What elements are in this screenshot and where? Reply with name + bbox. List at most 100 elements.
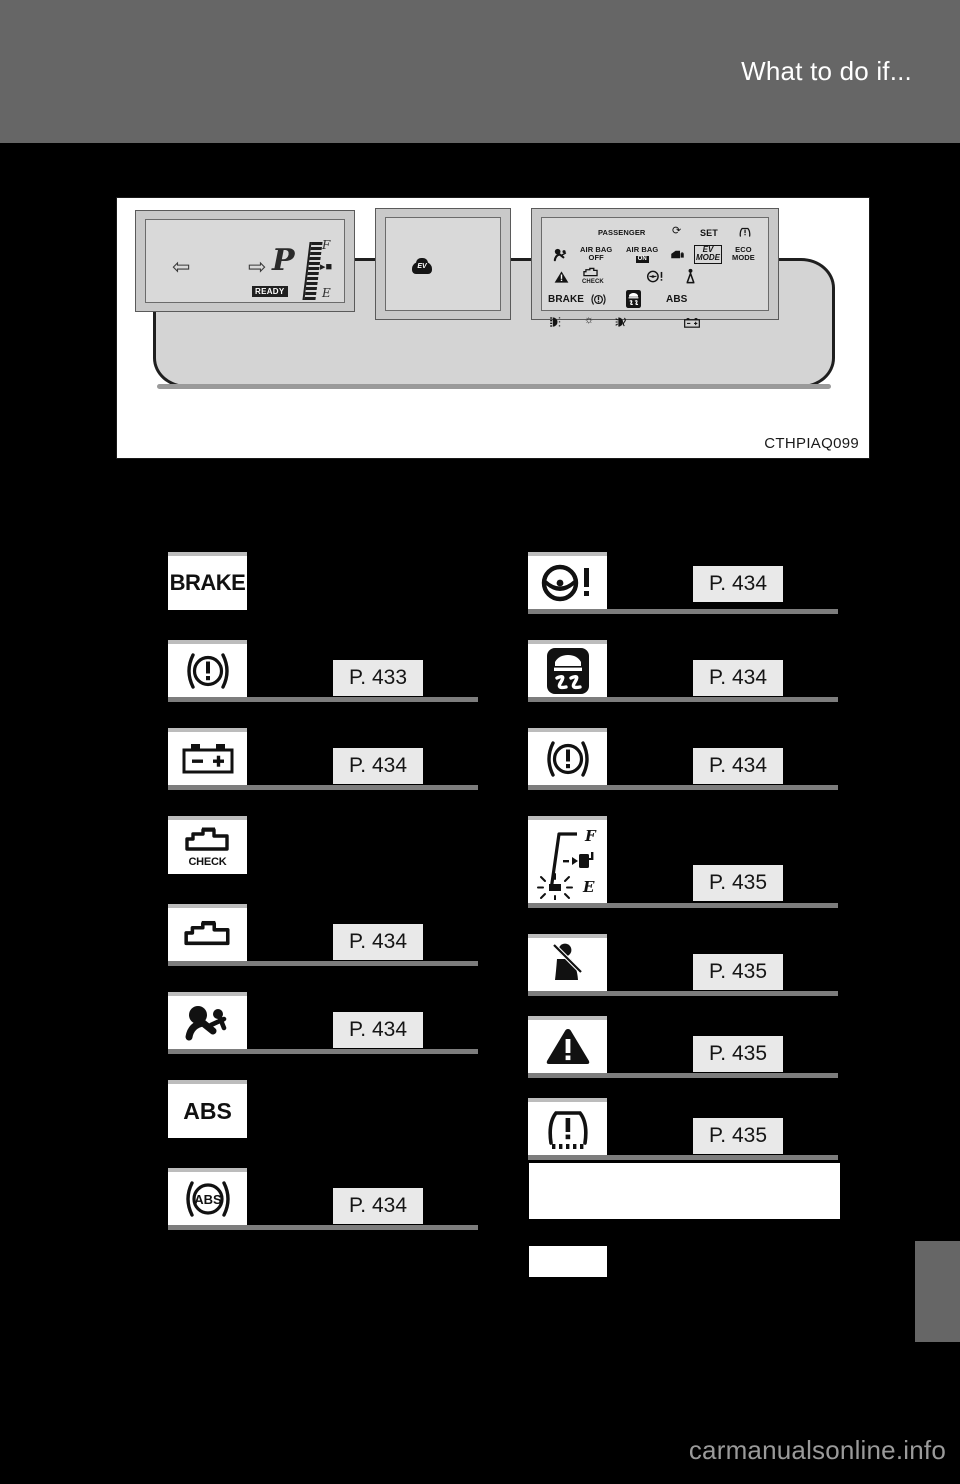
icon-box-battery[interactable]	[168, 728, 247, 786]
icon-box-abs-text[interactable]: ABS	[168, 1080, 247, 1138]
fuel-full-label: F	[322, 238, 331, 252]
icon-box-tire-pressure[interactable]	[528, 1098, 607, 1156]
ev-car-badge-icon: EV	[412, 258, 432, 274]
row-rule	[528, 697, 838, 702]
headlight-icon	[550, 316, 569, 328]
icon-box-low-fuel-gauge[interactable]: F E	[528, 816, 607, 904]
page-reference[interactable]: P. 435	[693, 1036, 784, 1072]
blank-note-box-large	[529, 1163, 840, 1219]
icon-box-brake-text[interactable]: BRAKE	[168, 552, 247, 610]
site-watermark: carmanualsonline.info	[688, 1435, 946, 1465]
page-reference[interactable]: P. 434	[693, 566, 784, 602]
warning-row: P. 434	[528, 640, 848, 728]
fog-light-icon	[614, 316, 632, 328]
page-reference[interactable]: P. 434	[333, 1188, 424, 1224]
page-reference[interactable]: P. 435	[693, 954, 784, 990]
warning-row: P. 434	[168, 992, 488, 1080]
warning-row: P. 434	[528, 552, 848, 640]
svg-text:F: F	[584, 827, 597, 845]
tire-pressure-indicator-icon	[738, 225, 752, 239]
section-edge-tab	[915, 1241, 960, 1342]
low-fuel-gauge-icon: F E	[528, 820, 607, 904]
vsc-skid-icon	[528, 644, 607, 698]
rear-seat-belt-icon	[684, 268, 697, 284]
icon-box-airbag-srs[interactable]	[168, 992, 247, 1050]
svg-text:E: E	[582, 878, 595, 896]
page-reference[interactable]: P. 433	[333, 660, 424, 696]
indicator-light-panel: PASSENGER ⟳ SET AIR BAG OFF AIR BAG ON E…	[531, 208, 779, 328]
page-title: What to do if...	[741, 56, 912, 86]
master-warning-triangle-icon	[554, 270, 569, 284]
warning-row: P. 433	[168, 640, 488, 728]
engine-check-icon: CHECK	[168, 820, 247, 874]
arrow-left-icon: ⇦	[172, 254, 191, 279]
row-rule	[528, 903, 838, 908]
battery-indicator-icon	[684, 317, 700, 328]
page-reference[interactable]: P. 434	[333, 924, 424, 960]
icon-box-brake-circle[interactable]	[528, 728, 607, 786]
page-header-band: What to do if...	[0, 0, 960, 143]
row-rule	[168, 961, 478, 966]
warning-row: F E P. 435	[528, 816, 848, 934]
warning-row: ABS P. 434	[168, 1168, 488, 1256]
power-steering-indicator-icon	[646, 270, 665, 283]
icon-box-vsc-skid[interactable]	[528, 640, 607, 698]
airbag-on-label: AIR BAG ON	[626, 245, 659, 263]
icon-box-master-warning[interactable]	[528, 1016, 607, 1074]
brake-circle-indicator-icon	[590, 292, 607, 307]
door-lock-icon	[670, 248, 685, 261]
icon-box-engine-check[interactable]: CHECK	[168, 816, 247, 874]
icon-box-power-steering[interactable]	[528, 552, 607, 610]
cluster-shadow	[157, 384, 831, 389]
left-meter-panel: ⇦ ⇨ P READY F ▸■ E	[135, 210, 355, 312]
row-rule	[528, 1155, 838, 1160]
indicator-passenger-label: PASSENGER	[598, 228, 646, 237]
center-display-face: EV	[385, 217, 501, 311]
page-reference[interactable]: P. 434	[333, 1012, 424, 1048]
left-meter-face: ⇦ ⇨ P READY F ▸■ E	[145, 219, 345, 303]
airbag-srs-icon	[168, 996, 247, 1050]
warning-row: BRAKE	[168, 552, 488, 640]
abs-indicator-label: ABS	[666, 294, 688, 305]
row-rule	[168, 697, 478, 702]
vsc-skid-indicator-icon	[626, 290, 641, 308]
blank-note-box-small	[529, 1246, 607, 1277]
airbag-off-label: AIR BAG OFF	[580, 245, 613, 262]
abs-circle-icon: ABS	[168, 1172, 247, 1226]
instrument-cluster-illustration: ⇦ ⇨ P READY F ▸■ E EV PASSENGER ⟳ SET AI…	[116, 197, 870, 459]
shift-position-indicator: P	[272, 243, 295, 278]
indicator-set-label: SET	[700, 228, 718, 238]
page-reference[interactable]: P. 435	[693, 1118, 784, 1154]
page-reference[interactable]: P. 434	[693, 660, 784, 696]
center-multi-display-panel: EV	[375, 208, 511, 320]
warning-light-column-left: BRAKE P. 433 P. 434 CHECK P. 434 P. 434 …	[168, 552, 488, 1256]
icon-box-seat-belt[interactable]	[528, 934, 607, 992]
icon-box-abs-circle[interactable]: ABS	[168, 1168, 247, 1226]
row-rule	[528, 1073, 838, 1078]
warning-row: P. 435	[528, 1016, 848, 1098]
icon-box-brake-circle[interactable]	[168, 640, 247, 698]
row-rule	[528, 609, 838, 614]
engine-icon	[168, 908, 247, 962]
row-rule	[168, 785, 478, 790]
icon-box-engine[interactable]	[168, 904, 247, 962]
warning-row: ABS	[168, 1080, 488, 1168]
engine-check-indicator: CHECK	[582, 267, 604, 285]
warning-row: P. 434	[168, 728, 488, 816]
eco-mode-label: ECO MODE	[732, 245, 755, 262]
brake-text-icon: BRAKE	[169, 570, 246, 595]
warning-row: P. 434	[168, 904, 488, 992]
row-rule	[528, 785, 838, 790]
row-rule	[528, 991, 838, 996]
page-reference[interactable]: P. 435	[693, 865, 784, 901]
brake-circle-icon	[528, 732, 607, 786]
page-reference[interactable]: P. 434	[693, 748, 784, 784]
row-rule	[168, 1225, 478, 1230]
fuel-empty-label: E	[322, 286, 331, 300]
tire-pressure-icon	[528, 1102, 607, 1156]
arrow-right-icon: ⇨	[248, 254, 267, 279]
ready-badge: READY	[252, 286, 288, 297]
page-reference[interactable]: P. 434	[333, 748, 424, 784]
indicator-panel-face: PASSENGER ⟳ SET AIR BAG OFF AIR BAG ON E…	[541, 217, 769, 328]
battery-icon	[168, 732, 247, 786]
